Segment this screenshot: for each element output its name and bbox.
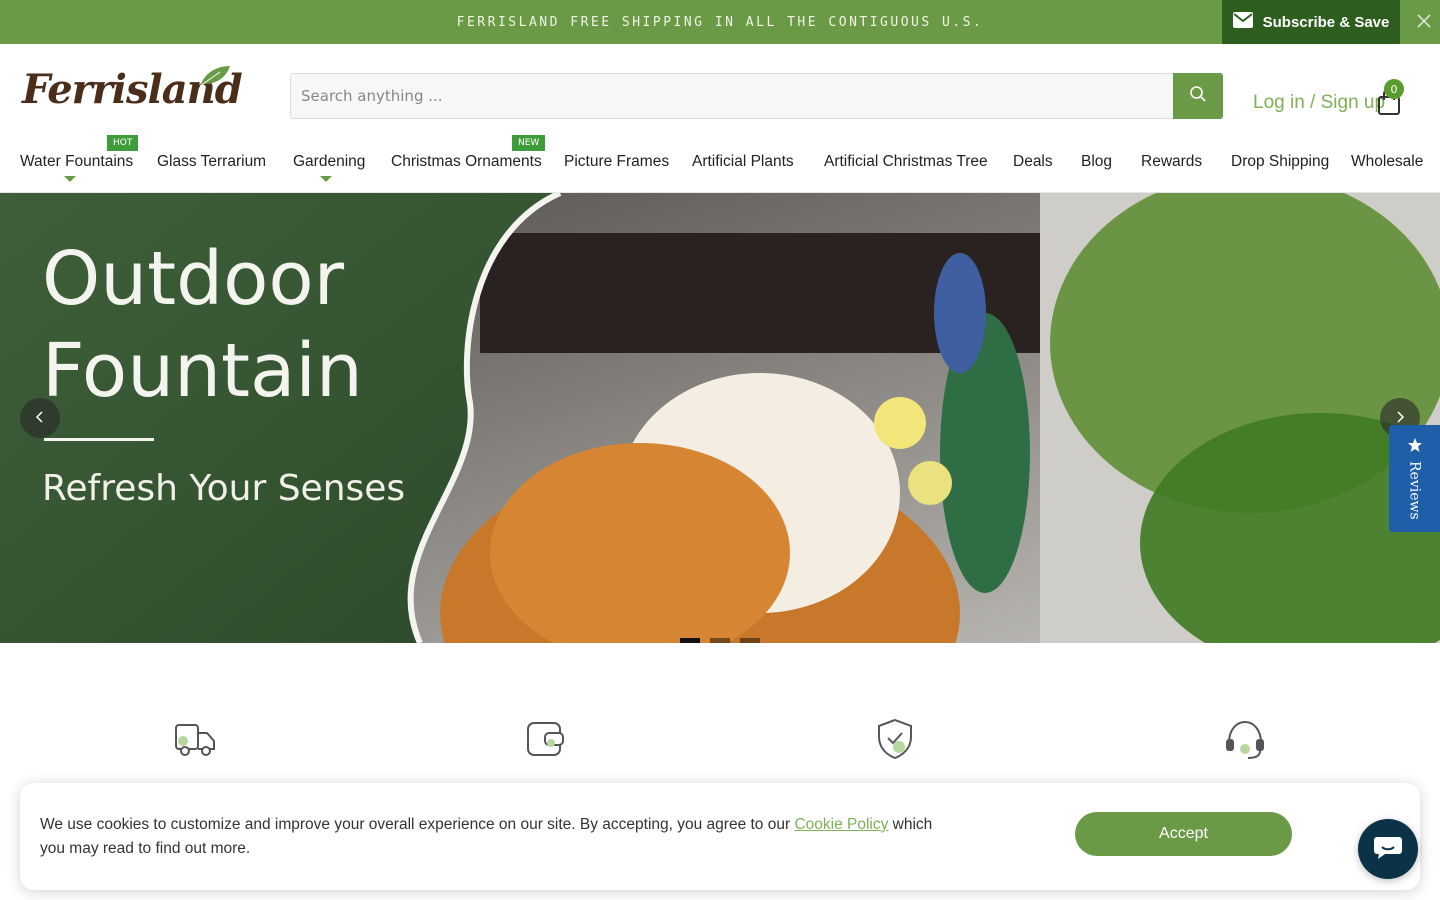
star-icon [1407, 437, 1423, 457]
nav-item-deals[interactable]: Deals [1013, 153, 1053, 171]
hero-slideshow[interactable]: Outdoor Fountain Refresh Your Senses [0, 193, 1440, 643]
nav-item-water-fountains[interactable]: Water Fountains [20, 153, 133, 171]
chevron-down-icon [64, 176, 76, 182]
announcement-text: FERRISLAND FREE SHIPPING IN ALL THE CONT… [456, 14, 984, 30]
site-header: Ferrisland Log in / Sign up 0 Water Foun… [0, 44, 1440, 193]
login-signup-link[interactable]: Log in / Sign up [1253, 92, 1385, 114]
cookie-banner: We use cookies to customize and improve … [20, 783, 1420, 890]
wallet-icon [523, 717, 567, 761]
search-input[interactable] [291, 74, 1174, 118]
shopping-bag-icon [1376, 88, 1402, 120]
nav-item-artificial-christmas-tree[interactable]: Artificial Christmas Tree [824, 153, 988, 171]
close-icon[interactable] [1412, 10, 1436, 34]
reviews-label: Reviews [1406, 461, 1423, 520]
nav-item-drop-shipping[interactable]: Drop Shipping [1231, 153, 1329, 171]
search-bar [290, 73, 1223, 119]
nav-item-wholesale[interactable]: Wholesale [1351, 153, 1423, 171]
reviews-tab[interactable]: Reviews [1389, 425, 1440, 532]
nav-item-christmas-ornaments[interactable]: Christmas Ornaments [391, 153, 542, 171]
chevron-down-icon [320, 176, 332, 182]
search-icon [1189, 85, 1207, 107]
logo[interactable]: Ferrisland [22, 64, 243, 118]
features-row [0, 643, 1440, 793]
nav-item-glass-terrarium[interactable]: Glass Terrarium [157, 153, 266, 171]
search-button[interactable] [1173, 73, 1223, 119]
accept-cookies-button[interactable]: Accept [1075, 812, 1292, 856]
envelope-icon [1232, 12, 1253, 32]
nav-item-gardening[interactable]: Gardening [293, 153, 365, 171]
headset-icon [1223, 717, 1267, 761]
hero-title: Outdoor Fountain [42, 236, 363, 414]
cookie-policy-link[interactable]: Cookie Policy [794, 816, 888, 833]
nav-item-blog[interactable]: Blog [1081, 153, 1112, 171]
hot-badge: HOT [107, 135, 139, 151]
prev-slide-button[interactable] [20, 398, 60, 438]
nav-item-picture-frames[interactable]: Picture Frames [564, 153, 669, 171]
subscribe-label: Subscribe & Save [1262, 13, 1390, 31]
chat-bubble-icon [1373, 833, 1403, 865]
leaf-icon [198, 64, 232, 92]
main-nav: Water Fountains HOT Glass Terrarium Gard… [0, 135, 1440, 185]
cookie-message: We use cookies to customize and improve … [40, 816, 933, 857]
delivery-truck-icon [173, 717, 217, 761]
hero-subtitle: Refresh Your Senses [42, 468, 406, 509]
nav-item-rewards[interactable]: Rewards [1141, 153, 1202, 171]
chat-button[interactable] [1358, 819, 1418, 879]
new-badge: NEW [512, 135, 546, 151]
subscribe-button[interactable]: Subscribe & Save [1222, 0, 1400, 44]
nav-item-artificial-plants[interactable]: Artificial Plants [692, 153, 794, 171]
hero-divider [44, 438, 154, 441]
cart-count-badge: 0 [1384, 79, 1404, 99]
shield-check-icon [873, 717, 917, 761]
chevron-left-icon [34, 409, 46, 428]
